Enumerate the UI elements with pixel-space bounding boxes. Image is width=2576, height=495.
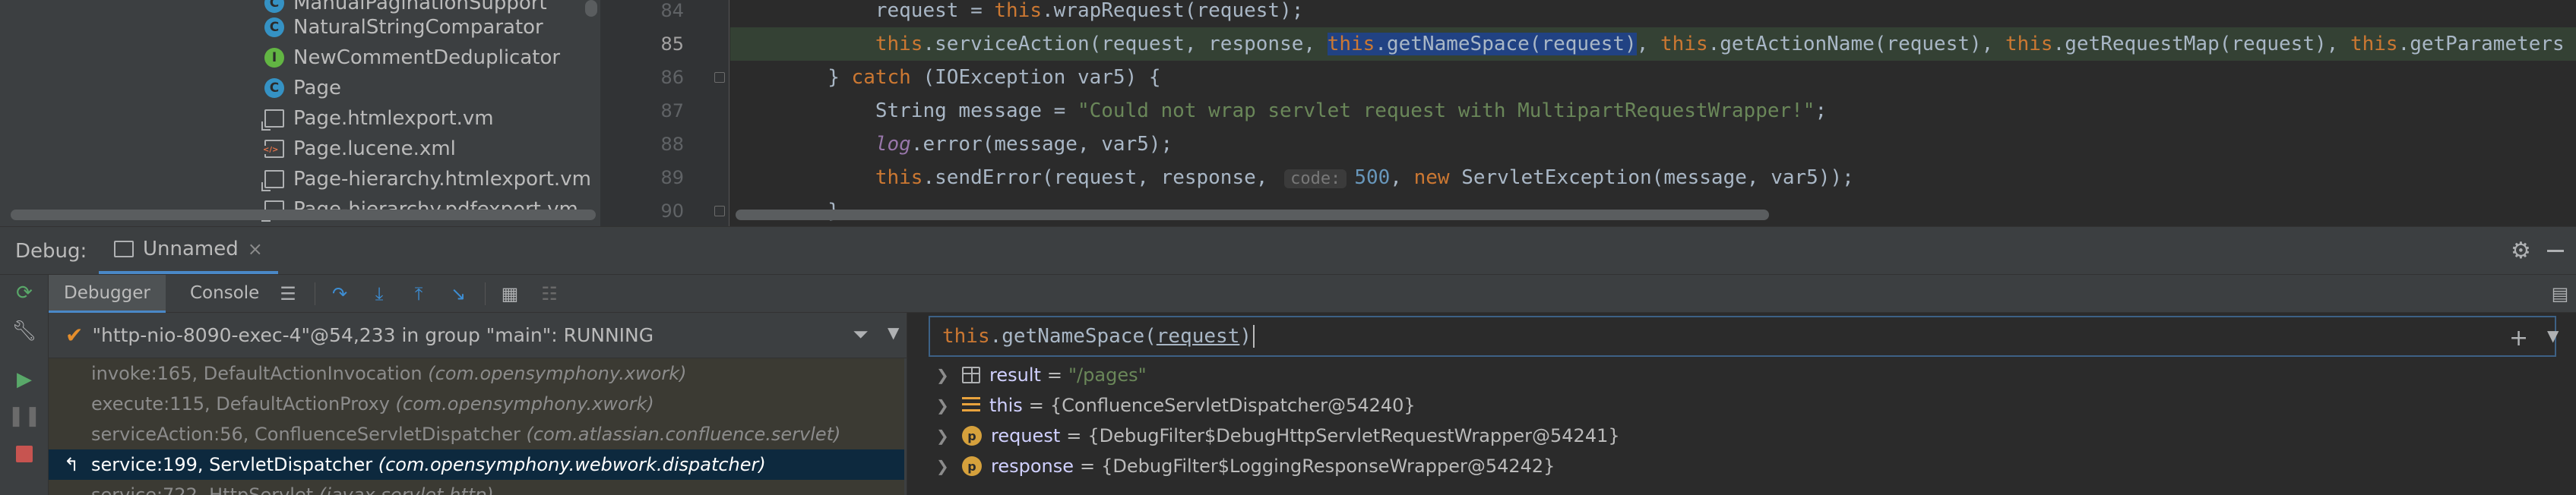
debug-label: Debug: <box>15 240 87 263</box>
parameter-hint: code: <box>1284 169 1347 188</box>
expand-icon[interactable]: ❯ <box>936 427 951 445</box>
line-number: 87 <box>660 100 684 121</box>
tree-item-label: Page.lucene.xml <box>293 137 456 160</box>
parameter-icon: p <box>962 426 982 446</box>
rerun-icon[interactable]: ⟳ <box>14 282 35 304</box>
gear-icon[interactable]: ⚙ <box>2511 238 2531 264</box>
run-config-icon <box>114 241 134 257</box>
evaluate-expression-input[interactable]: this .getNameSpace(request) <box>929 316 2556 357</box>
tree-item-label: Page.htmlexport.vm <box>293 107 494 130</box>
tree-item-label: NewCommentDeduplicator <box>293 46 561 69</box>
toolbar-separator <box>485 282 486 305</box>
variable-row[interactable]: ❯ this = {ConfluenceServletDispatcher@54… <box>909 390 2576 421</box>
vm-file-icon <box>261 170 284 191</box>
variables-panel: this .getNameSpace(request) + ▼ ❯ result … <box>909 313 2576 495</box>
line-number: 90 <box>660 200 684 222</box>
filter-icon[interactable]: ⏷ <box>853 323 869 347</box>
minimize-icon[interactable] <box>2546 238 2565 260</box>
trace-icon[interactable]: ☷ <box>538 282 561 305</box>
return-arrow-icon: ↰ <box>64 454 80 475</box>
code-line: this.serviceAction(request, response, th… <box>875 33 2565 55</box>
code-editor[interactable]: 84 85 86 87 88 89 90 request = this.wrap… <box>600 0 2576 226</box>
expand-icon[interactable]: ❯ <box>936 396 951 415</box>
run-config-tab[interactable]: Unnamed × <box>99 227 278 274</box>
fold-marker-icon[interactable] <box>714 72 725 83</box>
close-icon[interactable]: × <box>248 238 263 260</box>
menu-lines-icon[interactable]: ☰ <box>277 282 299 305</box>
tree-item[interactable]: Page-hierarchy.htmlexport.vm <box>261 164 591 194</box>
tree-item[interactable]: Page.lucene.xml <box>263 134 456 164</box>
xml-file-icon <box>263 140 284 158</box>
tree-item[interactable]: Page.htmlexport.vm <box>261 103 494 134</box>
step-out-icon[interactable]: ⤒ <box>407 282 430 305</box>
class-icon: C <box>264 78 284 98</box>
run-to-cursor-icon[interactable]: ↘ <box>447 282 470 305</box>
line-number-gutter: 84 85 86 87 88 89 90 <box>600 0 729 226</box>
chevron-down-icon[interactable]: ▼ <box>2547 326 2559 345</box>
tab-debugger[interactable]: Debugger <box>49 275 166 313</box>
line-number: 84 <box>660 0 684 21</box>
thread-label: "http-nio-8090-exec-4"@54,233 in group "… <box>92 324 654 346</box>
step-over-icon[interactable]: ↷ <box>328 282 351 305</box>
pause-icon[interactable]: ❚❚ <box>8 405 41 427</box>
debug-tool-window-header: Debug: Unnamed × ⚙ <box>0 226 2576 275</box>
field-lines-icon <box>962 397 980 414</box>
tree-item[interactable]: I NewCommentDeduplicator <box>264 43 560 73</box>
stack-frame[interactable]: invoke:165, DefaultActionInvocation (com… <box>49 358 904 389</box>
layout-settings-icon[interactable]: ▤ <box>2549 282 2571 305</box>
wrench-icon[interactable]: 🔧︎ <box>12 320 37 342</box>
evaluate-expression-icon[interactable]: ▦ <box>498 282 521 305</box>
vm-file-icon <box>261 109 284 131</box>
stack-frame[interactable]: service:722, HttpServlet (javax.servlet.… <box>49 480 904 495</box>
class-icon: C <box>264 0 284 13</box>
parameter-icon: p <box>962 456 982 476</box>
tree-item-label: Page <box>293 77 341 99</box>
vertical-scrollbar[interactable] <box>585 0 597 17</box>
debug-action-rail: ⟳ 🔧︎ ▶ ❚❚ <box>0 275 49 495</box>
class-icon: C <box>264 17 284 37</box>
tree-item[interactable]: C Page <box>264 73 341 103</box>
line-number: 89 <box>660 167 684 188</box>
top-area: C ManualPaginationSupport C NaturalStrin… <box>0 0 2576 226</box>
code-line: request = this.wrapRequest(request); <box>733 0 1304 22</box>
frames-panel: ✔ "http-nio-8090-exec-4"@54,233 in group… <box>49 313 922 495</box>
line-number: 85 <box>660 33 684 55</box>
expand-icon[interactable]: ❯ <box>936 366 951 384</box>
run-config-tab-label: Unnamed <box>143 238 239 260</box>
table-icon <box>962 367 980 383</box>
expand-icon[interactable]: ❯ <box>936 457 951 475</box>
chevron-down-icon[interactable]: ▼ <box>888 323 899 342</box>
variable-row[interactable]: ❯ p request = {DebugFilter$DebugHttpServ… <box>909 421 2576 451</box>
variable-row[interactable]: ❯ result = "/pages" <box>909 360 2576 390</box>
add-watch-icon[interactable]: + <box>2509 325 2528 352</box>
checkmark-icon: ✔ <box>65 323 84 348</box>
fold-marker-icon[interactable] <box>714 206 725 216</box>
stop-icon[interactable] <box>14 443 35 465</box>
resume-icon[interactable]: ▶ <box>14 368 35 391</box>
line-number: 88 <box>660 134 684 155</box>
interface-icon: I <box>264 48 284 68</box>
code-line: log.error(message, var5); <box>875 133 1173 156</box>
horizontal-scrollbar[interactable] <box>11 210 596 220</box>
thread-selector[interactable]: ✔ "http-nio-8090-exec-4"@54,233 in group… <box>49 313 907 358</box>
debugger-toolbar: Debugger Console ☰ ↷ ⤓ ⤒ ↘ ▦ ☷ ▤ <box>49 275 2576 313</box>
tab-console[interactable]: Console <box>175 275 274 313</box>
project-tree-panel: C ManualPaginationSupport C NaturalStrin… <box>0 0 600 226</box>
horizontal-scrollbar[interactable] <box>736 210 1769 220</box>
stack-frame[interactable]: serviceAction:56, ConfluenceServletDispa… <box>49 419 904 449</box>
code-line: String message = "Could not wrap servlet… <box>733 99 1828 122</box>
code-line: this.sendError(request, response, code: 5… <box>875 166 1854 189</box>
variable-row[interactable]: ❯ p response = {DebugFilter$LoggingRespo… <box>909 451 2576 481</box>
stack-frame-selected[interactable]: ↰ service:199, ServletDispatcher (com.ope… <box>49 449 904 480</box>
stack-frame[interactable]: execute:115, DefaultActionProxy (com.ope… <box>49 389 904 419</box>
step-into-icon[interactable]: ⤓ <box>368 282 391 305</box>
code-line: } catch (IOException var5) { <box>733 66 1161 89</box>
line-number: 86 <box>660 67 684 88</box>
tree-item-label: Page-hierarchy.htmlexport.vm <box>293 168 591 191</box>
tree-item[interactable]: C NaturalStringComparator <box>264 12 543 43</box>
tree-item-label: NaturalStringComparator <box>293 16 543 39</box>
